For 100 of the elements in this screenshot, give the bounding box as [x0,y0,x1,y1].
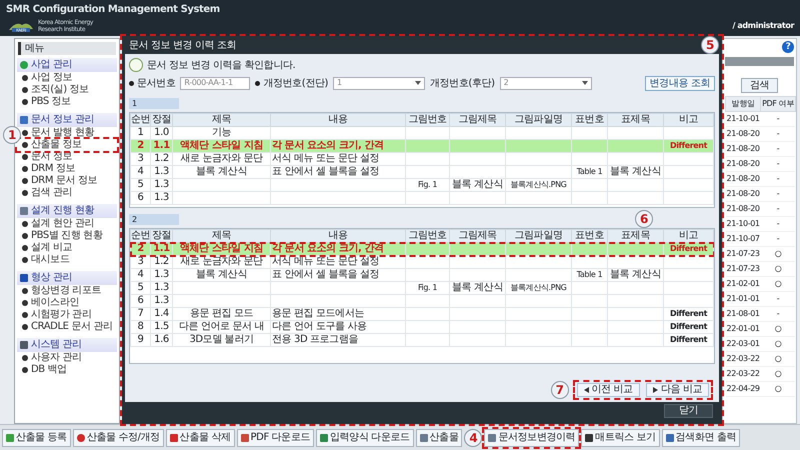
table-cell: 다른 언어로 문서 내 [178,321,264,332]
table-cell: 5 [138,282,144,293]
previous-button[interactable]: 이전 비교 [576,383,640,397]
toolbar-button[interactable]: 산출물 수정/개정 [72,428,164,446]
column-header: 제목 [212,230,232,241]
bullet-icon [22,300,28,306]
history-icon [488,434,496,442]
toolbar-button[interactable]: 산출물 삭제 [166,428,235,446]
search-button[interactable]: 검색 [740,78,778,93]
edit-icon [76,434,85,442]
menu-group-header[interactable]: 설계 진행 현황 [17,204,117,218]
toolbar-button[interactable]: 산출물 [416,428,462,446]
bullet-icon [22,324,28,330]
toolbar-button[interactable]: PDF 다운로드 [236,428,314,446]
menu-item[interactable]: PBS 정보 [17,96,117,108]
menu-item[interactable]: 시험평가 관리 [17,309,117,321]
select-field[interactable]: 1 [333,76,426,90]
menu-item[interactable]: CRADLE 문서 관리 [17,321,117,333]
menu-group-header[interactable]: 사업 관리 [17,58,117,72]
table-cell: - [776,129,780,138]
group-icon [20,61,28,69]
table-cell: 1.6 [154,334,169,345]
column-header: 그림번호 [408,114,447,125]
table-cell: Table 1 [576,167,602,176]
close-button[interactable]: 닫기 [664,404,713,418]
toolbar-button[interactable]: 매트릭스 보기 [581,428,660,446]
field-label: 개정번호(전단) [263,76,328,90]
panel-tab[interactable]: 1 [129,98,179,108]
table-cell: 1.3 [154,179,169,190]
menu-group-header[interactable]: 형상 관리 [17,271,117,285]
table-cell: 4 [138,269,144,280]
table-cell: Fig. 1 [418,180,438,189]
table-cell: - [776,144,780,153]
required-icon [255,80,260,86]
menu-item[interactable]: 베이스라인 [17,297,117,309]
table-cell: 전용 3D 프로그램을 [272,334,358,345]
table-cell: 블록계산식.PNG [510,180,566,189]
table-cell: ○ [774,324,782,333]
bullet-icon [22,257,28,263]
table-cell: ○ [774,369,782,378]
input-field[interactable]: R-000-AA-1-1 [180,76,250,90]
menu-item[interactable]: 설계 현안 관리 [17,218,117,230]
toolbar-button[interactable]: 문서정보변경이력 [484,428,580,446]
print-icon [666,434,674,442]
table-cell: 블록 계산식 [452,179,503,190]
table-cell: 22-03-01 [726,339,760,348]
column-header: 그림번호 [408,230,447,241]
table-cell: Different [670,141,708,150]
table-cell: 21-10-01 [726,114,760,123]
table-cell: 1.2 [154,256,169,267]
table-cell: 1.3 [154,295,169,306]
table-cell: 1.3 [154,166,169,177]
menu-item[interactable]: 사용자 관리 [17,352,117,364]
toolbar-button[interactable]: 검색화면 출력 [662,428,740,446]
table-cell: - [776,159,780,168]
toolbar-button[interactable]: 입력양식 다운로드 [316,428,414,446]
table-cell: 새로 눈금자와 문단 [180,256,263,267]
table-cell: 1 [138,127,144,138]
bullet-icon [22,142,28,148]
doc-icon [420,434,428,442]
table-cell: 22-04-29 [726,384,760,393]
menu-item[interactable]: DRM 문서 정보 [17,175,117,187]
arrow-icon [584,387,589,393]
menu-group-header[interactable]: 시스템 관리 [17,338,117,352]
column-header: 표제목 [621,230,650,241]
menu-item[interactable]: 형상변경 리포트 [17,285,117,297]
select-field[interactable]: 2 [500,76,592,90]
menu-group-header[interactable]: 문서 정보 관리 [17,113,117,127]
toolbar-button[interactable]: 산출물 등록 [2,428,71,446]
menu-item[interactable]: 사업 정보 [17,72,117,84]
menu-item[interactable]: 조직(실) 정보 [17,84,117,96]
query-button[interactable]: 변경내용 조회 [644,76,715,90]
group-icon [20,207,28,215]
menu-item[interactable]: PBS별 진행 현황 [17,230,117,242]
menu-item[interactable]: 대시보드 [17,254,117,266]
table-cell: 블록 계산식 [196,269,247,280]
table-cell: 용문 편집 모드에서는 [272,308,364,319]
menu-item-label: PBS 정보 [31,96,71,108]
menu-item[interactable]: 검색 관리 [17,187,117,199]
panel-tab[interactable]: 2 [129,214,179,224]
menu-item[interactable]: 설계 비교 [17,242,117,254]
menu-item[interactable]: DB 백업 [17,364,117,376]
user-name: / administrator [732,20,794,32]
group-title: 사업 관리 [31,58,72,72]
table-cell: Fig. 1 [418,283,438,292]
callout-number: 7 [550,381,569,399]
menu-item[interactable]: DRM 정보 [17,163,117,175]
group-icon [20,274,28,282]
menu-item-label: 형상변경 리포트 [31,285,101,297]
column-header: PDF 여부 [762,99,794,108]
excel-icon [320,434,328,442]
help-button[interactable]: ? [782,41,794,53]
table-cell: 1.3 [154,269,169,280]
table-cell: 1.2 [154,153,169,164]
column-header: 그림제목 [458,114,497,125]
column-header: 내용 [328,114,348,125]
table-cell: - [776,189,780,198]
table-cell: 5 [138,179,144,190]
bullet-icon [22,178,28,184]
next-button[interactable]: 다음 비교 [646,383,709,397]
